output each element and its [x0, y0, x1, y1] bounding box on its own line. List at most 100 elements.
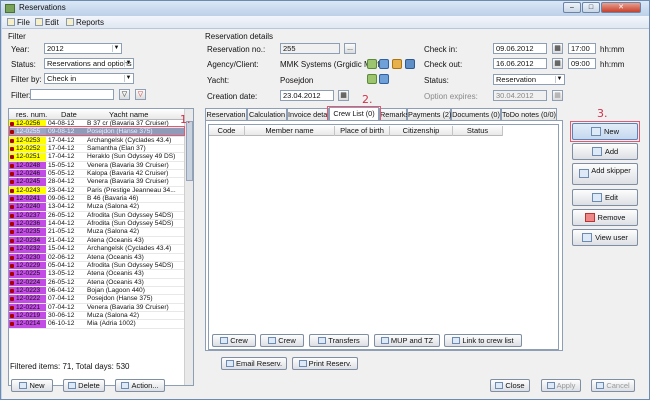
- yacht-cell: Kalopa (Bavaria 42 Cruiser): [87, 170, 169, 178]
- client-card-icon[interactable]: [379, 59, 389, 69]
- add-skipper-button[interactable]: Add skipper: [572, 163, 638, 185]
- yacht-card-icon[interactable]: [379, 74, 389, 84]
- calendar-icon[interactable]: ▦: [552, 58, 563, 69]
- col-place-of-birth[interactable]: Place of birth: [335, 126, 390, 136]
- list-row[interactable]: 12-0225 13-05-12 Atena (Oceanis 43): [9, 270, 185, 279]
- col-yacht[interactable]: Yacht name: [109, 110, 148, 119]
- status-marker-icon: [10, 313, 14, 318]
- list-row[interactable]: 12-0234 21-04-12 Atena (Oceanis 43): [9, 236, 185, 246]
- resno-label: Reservation no.:: [207, 45, 266, 54]
- delete-reservation-button[interactable]: Delete: [63, 379, 105, 392]
- date-cell: 06-10-12: [48, 320, 75, 328]
- print-reservation-button[interactable]: Print Reserv.: [292, 357, 358, 370]
- menu-edit[interactable]: Edit: [35, 18, 59, 27]
- select-client-icon[interactable]: [367, 59, 377, 69]
- tab-payments[interactable]: Payments (2): [407, 108, 451, 120]
- crew-grid-header: Code Member name Place of birth Citizens…: [209, 125, 503, 136]
- date-cell: 14-04-12: [48, 220, 75, 228]
- action-button[interactable]: Action...: [115, 379, 165, 392]
- remove-crew-button[interactable]: Remove: [572, 209, 638, 226]
- list-row[interactable]: 12-0248 15-05-12 Venera (Bavaria 39 Cruise…: [9, 161, 185, 171]
- close-button[interactable]: Close: [490, 379, 530, 392]
- checkin-time-field[interactable]: 17:00: [568, 43, 596, 54]
- list-row[interactable]: 12-0241 09-06-12 B 46 (Bavaria 46): [9, 195, 185, 204]
- window-title: Reservations: [19, 3, 66, 12]
- tab-documents[interactable]: Documents (0): [451, 108, 501, 120]
- list-row[interactable]: 12-0221 07-04-12 Venera (Bavaria 39 Cruise…: [9, 303, 185, 312]
- crew-export-button[interactable]: Crew: [260, 334, 304, 347]
- list-row[interactable]: 12-0222 07-04-12 Posejdon (Hanse 375): [9, 295, 185, 304]
- list-row[interactable]: 12-0243 23-04-12 Paris (Prestige Jeanneau …: [9, 186, 185, 196]
- status-filter-select[interactable]: Reservations and options ▼: [44, 58, 134, 69]
- email-reservation-button[interactable]: Email Reserv.: [221, 357, 287, 370]
- funnel-icon[interactable]: ▽: [119, 89, 130, 100]
- scroll-thumb[interactable]: [186, 121, 193, 181]
- list-scrollbar[interactable]: [184, 109, 193, 385]
- list-row[interactable]: 12-0236 14-04-12 Afrodita (Sun Odyssey 54D…: [9, 220, 185, 229]
- col-member-name[interactable]: Member name: [245, 126, 335, 136]
- list-row[interactable]: 12-0224 26-05-12 Atena (Oceanis 43): [9, 278, 185, 287]
- crew-print-button[interactable]: Crew: [212, 334, 256, 347]
- link-to-crew-list-button[interactable]: Link to crew list: [444, 334, 522, 347]
- list-row[interactable]: 12-0223 06-04-12 Bojan (Lagoon 440): [9, 286, 185, 296]
- list-row[interactable]: 12-0246 05-05-12 Kalopa (Bavaria 42 Cruise…: [9, 170, 185, 179]
- col-citizenship[interactable]: Citizenship: [390, 126, 453, 136]
- col-date[interactable]: Date: [61, 110, 77, 119]
- list-row[interactable]: 12-0219 30-06-12 Muza (Salona 42): [9, 311, 185, 321]
- checkin-date-field[interactable]: 09.06.2012: [493, 43, 547, 54]
- yacht-cell: Atena (Oceanis 43): [87, 278, 144, 286]
- calendar-icon[interactable]: ▦: [338, 90, 349, 101]
- mup-tz-button[interactable]: MUP and TZ: [374, 334, 440, 347]
- maximize-button[interactable]: □: [582, 2, 600, 13]
- tab-remarks[interactable]: Remarks: [379, 108, 409, 120]
- status-select[interactable]: Reservation ▼: [493, 74, 565, 85]
- list-row[interactable]: 12-0253 17-04-12 Archangelsk (Cyclades 43.…: [9, 136, 185, 146]
- checkout-date-field[interactable]: 16.06.2012: [493, 58, 547, 69]
- checkout-time-field[interactable]: 09:00: [568, 58, 596, 69]
- transfers-button[interactable]: Transfers: [309, 334, 369, 347]
- close-window-button[interactable]: ✕: [601, 2, 641, 13]
- resno-browse-button[interactable]: ...: [344, 43, 356, 54]
- apply-button[interactable]: Apply: [541, 379, 581, 392]
- list-row[interactable]: 12-0252 17-04-12 Samantha (Elan 37): [9, 145, 185, 154]
- filter-input[interactable]: [30, 89, 114, 100]
- view-user-button[interactable]: View user: [572, 229, 638, 246]
- minimize-button[interactable]: –: [563, 2, 581, 13]
- menu-reports[interactable]: Reports: [66, 18, 104, 27]
- cancel-button[interactable]: Cancel: [591, 379, 635, 392]
- list-row[interactable]: 12-0232 15-04-12 Archangelsk (Cyclades 43.…: [9, 245, 185, 254]
- col-code[interactable]: Code: [209, 126, 245, 136]
- list-row[interactable]: 12-0235 21-05-12 Muza (Salona 42): [9, 228, 185, 237]
- col-res-num[interactable]: res. num.: [16, 110, 47, 119]
- tab-invoice-detail[interactable]: Invoice detail: [287, 108, 329, 120]
- res-num-cell: 12-0248: [9, 161, 46, 170]
- creation-date-field[interactable]: 23.04.2012: [280, 90, 334, 101]
- edit-crew-button[interactable]: Edit: [572, 189, 638, 206]
- tab-todo-notes[interactable]: ToDo notes (0/0): [501, 108, 557, 120]
- date-cell: 07-04-12: [48, 295, 75, 303]
- filterby-select[interactable]: Check in ▼: [44, 73, 134, 84]
- list-row[interactable]: 12-0230 02-06-12 Atena (Oceanis 43): [9, 253, 185, 262]
- date-cell: 17-04-12: [48, 153, 75, 161]
- select-yacht-icon[interactable]: [367, 74, 377, 84]
- year-select[interactable]: 2012 ▼: [44, 43, 122, 54]
- calendar-icon[interactable]: ▦: [552, 43, 563, 54]
- email-client-icon[interactable]: [392, 59, 402, 69]
- date-cell: 05-05-12: [48, 170, 75, 178]
- new-reservation-button[interactable]: New: [11, 379, 53, 392]
- clear-filter-icon[interactable]: ▽: [135, 89, 146, 100]
- list-row[interactable]: 12-0245 28-04-12 Venera (Bavaria 39 Cruise…: [9, 178, 185, 187]
- list-row[interactable]: 12-0229 05-04-12 Afrodita (Sun Odyssey 54D…: [9, 261, 185, 271]
- tab-calculation[interactable]: Calculation: [247, 108, 287, 120]
- list-row[interactable]: 12-0237 26-05-12 Afrodita (Sun Odyssey 54D…: [9, 211, 185, 221]
- add-crew-button[interactable]: Add: [572, 143, 638, 160]
- menu-file[interactable]: File: [7, 18, 30, 27]
- list-row[interactable]: 12-0251 17-04-12 Heraklo (Sun Odyssey 49 D…: [9, 153, 185, 162]
- list-row[interactable]: 12-0214 06-10-12 Mia (Adria 1002): [9, 320, 185, 329]
- col-status[interactable]: Status: [453, 126, 503, 136]
- calendar-icon: ▦: [552, 90, 563, 101]
- list-row[interactable]: 12-0240 13-04-12 Muza (Salona 42): [9, 203, 185, 212]
- tab-reservation[interactable]: Reservation: [205, 108, 247, 120]
- filter-group-label: Filter: [8, 32, 26, 41]
- client-info-icon[interactable]: [405, 59, 415, 69]
